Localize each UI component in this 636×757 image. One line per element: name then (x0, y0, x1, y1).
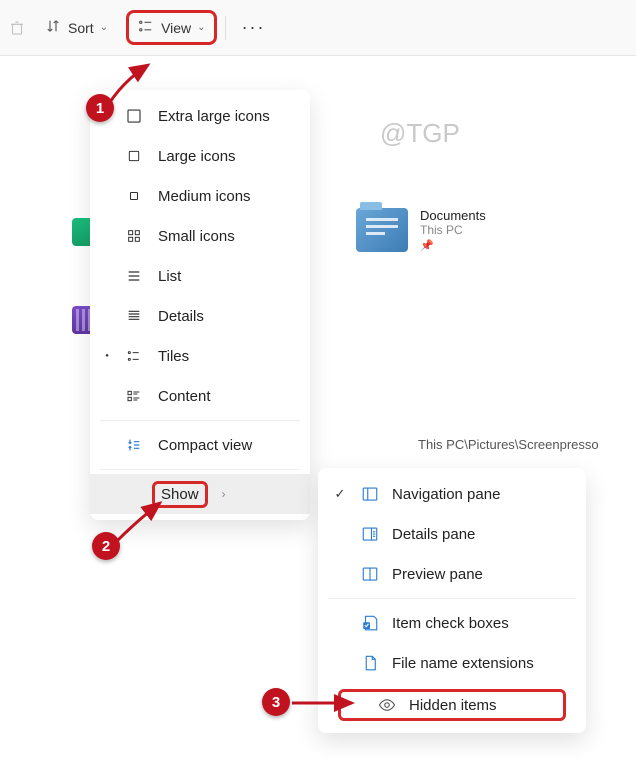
navigation-pane-icon (360, 485, 380, 503)
submenu-item-navigation-pane[interactable]: ✓ Navigation pane (318, 474, 586, 514)
folder-icon (356, 208, 408, 252)
list-icon (124, 268, 144, 284)
sort-button[interactable]: Sort ⌄ (34, 11, 118, 44)
divider (328, 598, 576, 599)
menu-item-list[interactable]: List (90, 256, 310, 296)
breadcrumb: This PC\Pictures\Screenpresso (418, 437, 599, 452)
content-icon (124, 388, 144, 404)
preview-pane-icon (360, 565, 380, 583)
chevron-right-icon: › (222, 487, 226, 501)
submenu-item-file-name-extensions[interactable]: File name extensions (318, 643, 586, 683)
submenu-item-hidden-items[interactable]: Hidden items (324, 685, 580, 725)
menu-item-medium-icons[interactable]: Medium icons (90, 176, 310, 216)
eye-icon (377, 696, 397, 714)
pin-icon: 📌 (420, 239, 486, 252)
arrow-2 (110, 495, 170, 545)
file-icon (360, 654, 380, 672)
menu-item-content[interactable]: Content (90, 376, 310, 416)
view-menu: Extra large icons Large icons Medium ico… (90, 90, 310, 520)
callout-3: 3 (262, 688, 290, 716)
divider (100, 469, 300, 470)
chevron-down-icon: ⌄ (197, 22, 205, 33)
view-label: View (161, 20, 191, 36)
small-icons-icon (124, 228, 144, 244)
folder-meta: Documents This PC 📌 (420, 208, 486, 252)
toolbar: Sort ⌄ View ⌄ ··· (0, 0, 636, 56)
folder-location: This PC (420, 223, 486, 237)
callout-2: 2 (92, 532, 120, 560)
compact-view-icon (124, 437, 144, 453)
bullet-icon: ● (104, 353, 110, 359)
arrow-3 (290, 693, 360, 713)
submenu-item-item-check-boxes[interactable]: Item check boxes (318, 603, 586, 643)
tiles-icon (124, 348, 144, 364)
view-icon (137, 17, 155, 38)
medium-icons-icon (124, 189, 144, 203)
submenu-item-details-pane[interactable]: Details pane (318, 514, 586, 554)
menu-item-compact-view[interactable]: Compact view (90, 425, 310, 465)
details-pane-icon (360, 525, 380, 543)
chevron-down-icon: ⌄ (100, 22, 108, 33)
delete-icon[interactable] (8, 19, 26, 37)
menu-item-details[interactable]: Details (90, 296, 310, 336)
folder-item-documents[interactable]: Documents This PC 📌 (356, 208, 486, 252)
check-icon: ✓ (332, 486, 348, 502)
checkbox-icon (360, 614, 380, 632)
sort-icon (44, 17, 62, 38)
large-icons-icon (124, 148, 144, 164)
divider (100, 420, 300, 421)
divider (225, 16, 226, 40)
folder-name: Documents (420, 208, 486, 223)
menu-item-large-icons[interactable]: Large icons (90, 136, 310, 176)
more-button[interactable]: ··· (234, 17, 274, 38)
menu-item-tiles[interactable]: ● Tiles (90, 336, 310, 376)
view-button[interactable]: View ⌄ (126, 10, 216, 45)
callout-1: 1 (86, 94, 114, 122)
watermark: @TGP (380, 118, 460, 149)
details-icon (124, 308, 144, 324)
menu-item-small-icons[interactable]: Small icons (90, 216, 310, 256)
sort-label: Sort (68, 20, 94, 36)
submenu-item-preview-pane[interactable]: Preview pane (318, 554, 586, 594)
